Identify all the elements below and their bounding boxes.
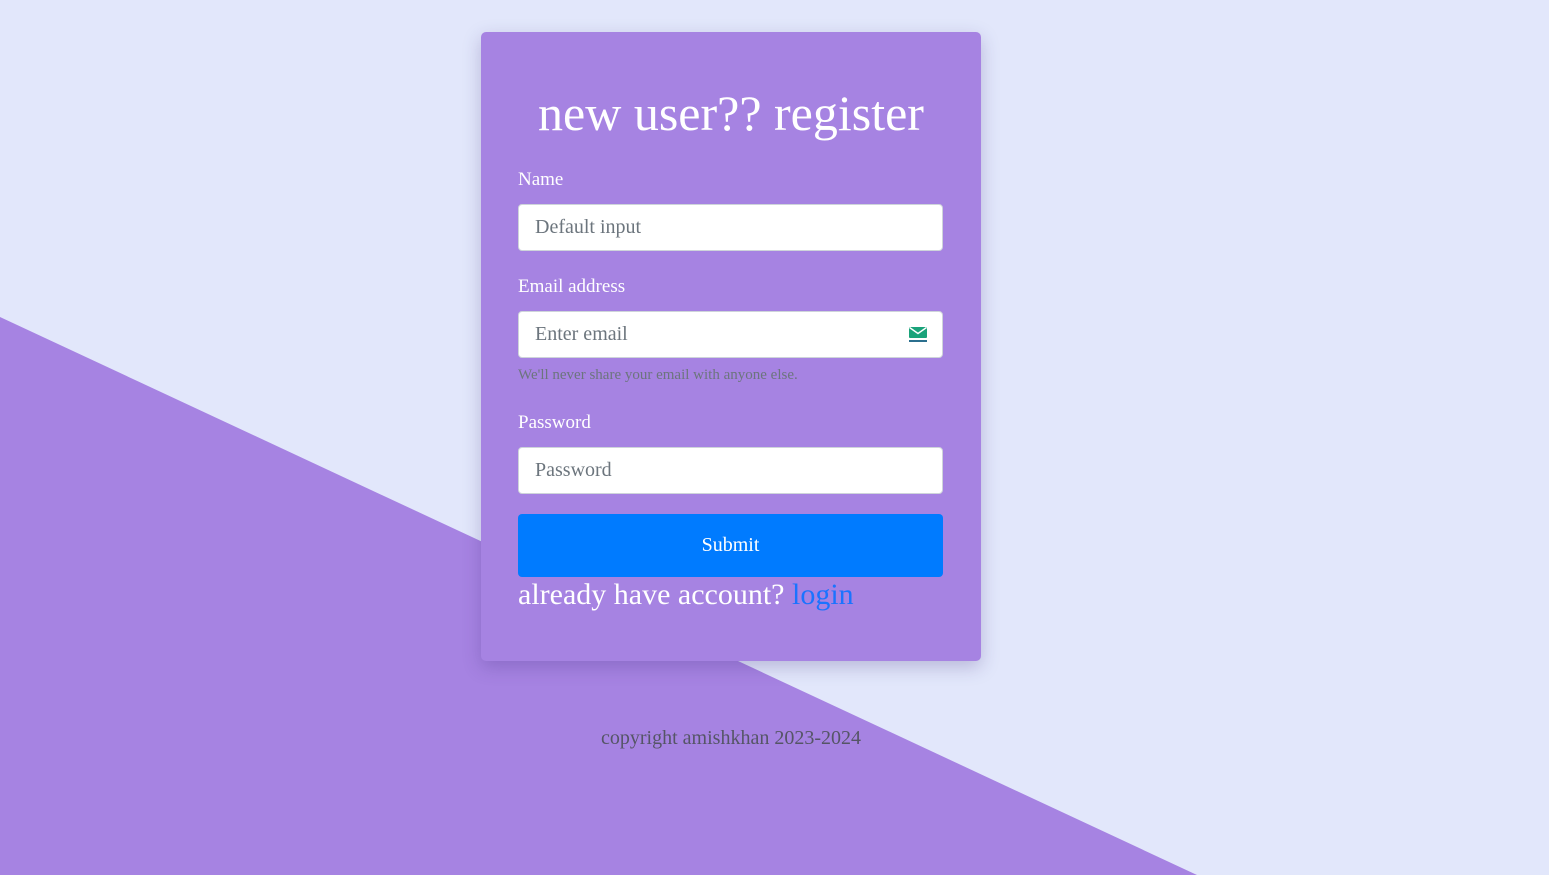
email-label: Email address: [518, 276, 626, 297]
email-input[interactable]: [518, 311, 943, 358]
register-card: new user?? register Name Email address W…: [481, 32, 981, 661]
tempmail-envelope-icon[interactable]: [908, 326, 928, 344]
login-prompt: already have account? login: [518, 577, 854, 613]
password-label: Password: [518, 412, 591, 433]
page-title: new user?? register: [538, 85, 924, 141]
name-label: Name: [518, 169, 564, 190]
login-prompt-text: already have account?: [518, 578, 785, 611]
submit-button[interactable]: Submit: [518, 514, 943, 577]
name-input[interactable]: [518, 204, 943, 251]
email-help-text: We'll never share your email with anyone…: [518, 367, 798, 383]
copyright-footer: copyright amishkhan 2023-2024: [601, 727, 861, 749]
password-input[interactable]: [518, 447, 943, 494]
login-link[interactable]: login: [792, 578, 854, 611]
